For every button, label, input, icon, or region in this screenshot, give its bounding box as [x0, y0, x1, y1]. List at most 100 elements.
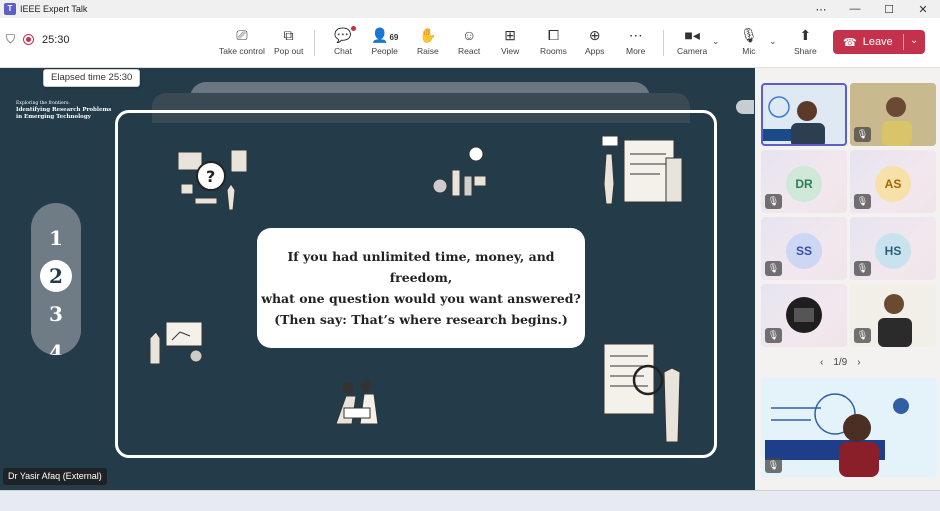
question-illustration: ? [177, 149, 248, 211]
avatar: SS [786, 233, 822, 269]
shared-screen: Exploring the frontiers: Identifying Res… [0, 68, 755, 490]
teams-icon: T [4, 3, 16, 15]
slide-header-line: Identifying Research Problems [16, 107, 112, 113]
slide-header-line: Exploring the frontiers: [16, 101, 70, 106]
view-button[interactable]: ⊞ View [501, 26, 519, 56]
presenter-name-tag: Dr Yasir Afaq (External) [3, 468, 107, 485]
avatar: AS [875, 166, 911, 202]
chat-button[interactable]: 💬 Chat [334, 26, 356, 56]
leave-button[interactable]: ☎ Leave ⌄ [833, 30, 925, 54]
participant-tile-active-speaker[interactable] [761, 83, 847, 146]
phone-hangup-icon: ☎ [843, 36, 857, 49]
step-3: 3 [49, 302, 63, 326]
slide-header-line: in Emerging Technology [16, 114, 91, 120]
maximize-button[interactable]: ☐ [872, 3, 906, 16]
window-title: IEEE Expert Talk [20, 4, 88, 14]
elapsed-time: 25:30 [42, 33, 70, 46]
presentation-illustration [149, 321, 203, 365]
panel-toggle-button[interactable] [736, 100, 754, 114]
question-card: If you had unlimited time, money, and fr… [257, 228, 585, 348]
mic-button[interactable]: 🎙 Mic [740, 26, 758, 56]
step-1: 1 [49, 226, 63, 250]
close-button[interactable]: ✕ [906, 3, 940, 16]
elapsed-time-tooltip: Elapsed time 25:30 [43, 69, 141, 87]
leave-label: Leave [862, 36, 893, 48]
participant-tile-large[interactable]: 🎙 [761, 378, 937, 477]
reading-illustration [335, 380, 379, 425]
unread-dot [350, 26, 356, 31]
participant-tile[interactable]: DR 🎙 [761, 150, 847, 213]
participant-tile[interactable]: 🎙 [761, 284, 847, 347]
participant-tile[interactable]: AS 🎙 [850, 150, 936, 213]
share-icon: ⬆ [799, 27, 812, 43]
step-4: 4 [49, 340, 63, 355]
previous-page-icon[interactable]: ‹ [820, 357, 823, 368]
mic-off-icon: 🎙 [854, 328, 871, 343]
leave-options-chevron-icon[interactable]: ⌄ [910, 35, 918, 46]
react-icon: ☺ [461, 27, 477, 43]
mic-off-icon: 🎙 [765, 458, 782, 473]
mic-off-icon: 🎙 [765, 328, 782, 343]
page-indicator: 1/9 [833, 357, 848, 368]
mic-off-icon: 🎙 [765, 261, 782, 276]
participant-tile[interactable]: HS 🎙 [850, 217, 936, 280]
pop-out-button[interactable]: ⧉ Pop out [274, 26, 303, 56]
react-button[interactable]: ☺ React [458, 26, 480, 56]
share-button[interactable]: ⬆ Share [794, 26, 817, 56]
chat-icon: 💬 [334, 26, 356, 44]
raise-hand-button[interactable]: ✋ Raise [417, 26, 439, 56]
question-line: If you had unlimited time, money, and fr… [287, 249, 555, 285]
shield-icon[interactable]: ⛉ [6, 32, 15, 47]
view-icon: ⊞ [504, 27, 516, 43]
participant-video [761, 378, 937, 477]
divider [903, 34, 904, 50]
rooms-icon: ⧠ [547, 27, 560, 43]
avatar: HS [875, 233, 911, 269]
mic-off-icon: 🎙 [740, 27, 758, 43]
avatar: DR [786, 166, 822, 202]
participant-tile[interactable]: 🎙 [850, 83, 936, 146]
participant-video [763, 85, 845, 144]
research-illustration [603, 343, 681, 443]
divider [314, 30, 315, 56]
question-line: (Then say: That’s where research begins.… [274, 312, 568, 327]
more-icon: ⋯ [628, 27, 643, 43]
document-illustration [601, 135, 683, 205]
recording-icon [23, 34, 35, 45]
gallery-pager: ‹ 1/9 › [820, 357, 861, 368]
camera-icon: ■◂ [684, 27, 700, 43]
title-bar: T IEEE Expert Talk ⋯ — ☐ ✕ [0, 0, 940, 18]
camera-options-chevron-icon[interactable]: ⌄ [712, 36, 720, 47]
take-control-button[interactable]: ⎚ Take control [219, 26, 265, 56]
apps-button[interactable]: ⊕ Apps [585, 26, 604, 56]
step-2: 2 [49, 264, 63, 288]
meeting-toolbar: ⛉ 25:30 ⎚ Take control ⧉ Pop out 💬 Chat … [0, 18, 940, 68]
people-button[interactable]: 👤69 People [371, 26, 398, 56]
mic-off-icon: 🎙 [854, 261, 871, 276]
rooms-button[interactable]: ⧠ Rooms [540, 26, 567, 56]
people-count: 69 [389, 33, 399, 42]
camera-button[interactable]: ■◂ Camera [677, 26, 707, 56]
os-taskbar [0, 490, 940, 511]
apps-icon: ⊕ [588, 27, 601, 43]
slide-header: Exploring the frontiers: Identifying Res… [16, 100, 111, 121]
raise-hand-icon: ✋ [419, 27, 437, 43]
svg-text:?: ? [206, 167, 215, 186]
participant-tile[interactable]: 🎙 [850, 284, 936, 347]
question-line: what one question would you want answere… [261, 291, 581, 306]
pop-out-icon: ⧉ [283, 27, 294, 43]
mic-off-icon: 🎙 [854, 194, 871, 209]
take-control-icon: ⎚ [236, 27, 248, 43]
participant-tile[interactable]: SS 🎙 [761, 217, 847, 280]
more-button[interactable]: ⋯ More [626, 26, 645, 56]
people-icon: 👤69 [371, 27, 399, 43]
mic-off-icon: 🎙 [765, 194, 782, 209]
step-indicator: 1 2 3 4 [31, 203, 81, 355]
next-page-icon[interactable]: › [857, 357, 860, 368]
minimize-button[interactable]: — [838, 3, 872, 15]
divider [663, 30, 664, 56]
more-options-icon[interactable]: ⋯ [804, 3, 838, 16]
team-illustration [432, 146, 487, 197]
mic-off-icon: 🎙 [854, 127, 871, 142]
mic-options-chevron-icon[interactable]: ⌄ [769, 36, 777, 47]
